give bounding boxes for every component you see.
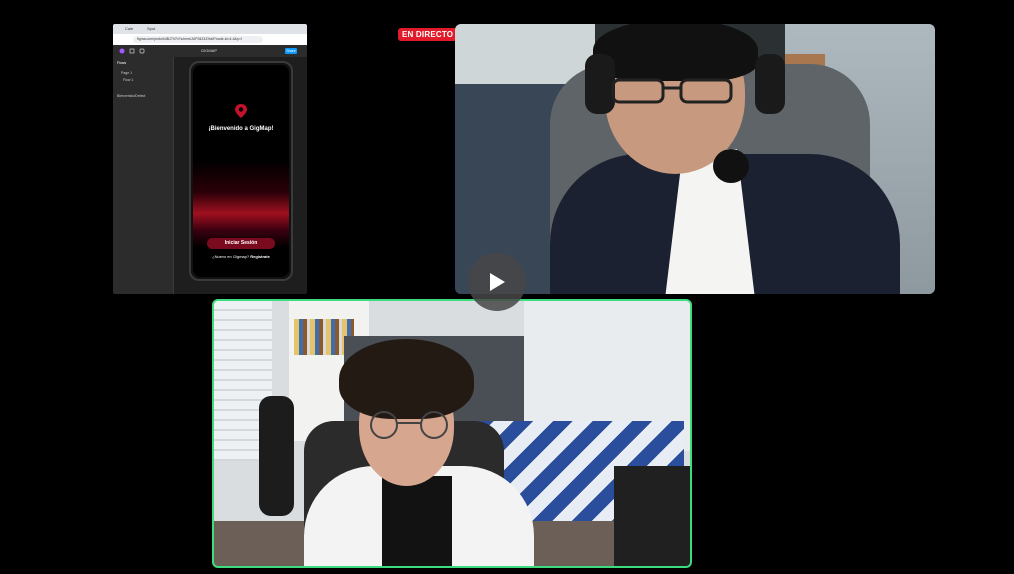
glasses (370, 411, 448, 439)
browser-tab[interactable]: Cale (125, 26, 133, 32)
headset-microphone (713, 149, 749, 183)
share-button[interactable]: Share (285, 48, 297, 54)
participant-hair (339, 339, 474, 419)
layers-panel: Flows Page 1 Flow 1 Bienvenido/Detect (113, 57, 174, 294)
panel-item[interactable]: Page 1 (121, 71, 132, 75)
panel-header: Flows (117, 61, 127, 65)
app-welcome-title: ¡Bienvenido a GigMap! (208, 126, 274, 132)
headset-right (755, 54, 785, 114)
play-icon (490, 273, 505, 291)
signup-link[interactable]: Registrate (250, 254, 270, 259)
frame-icon[interactable] (129, 48, 135, 54)
signup-prompt-text: ¿Nuevo en Gigmap? (212, 254, 250, 259)
figma-icon[interactable] (119, 48, 125, 54)
app-screen: ¡Bienvenido a GigMap! Iniciar Sesión ¿Nu… (193, 65, 289, 277)
comment-icon[interactable] (139, 48, 145, 54)
participant-video-1[interactable] (455, 24, 935, 294)
glasses (611, 78, 733, 104)
browser-tab[interactable]: Spot (147, 26, 155, 32)
map-pin-icon (235, 104, 247, 118)
signup-prompt: ¿Nuevo en Gigmap? Registrate (193, 254, 289, 259)
url-field[interactable]: figma.com/proto/k4BJ7h7h7s/mmkJUFSlIZ4ZH… (133, 36, 263, 43)
participant-hair (593, 24, 758, 81)
play-button[interactable] (468, 253, 526, 311)
browser-tab-bar: Cale Spot (113, 24, 307, 34)
guitar-case (259, 396, 294, 516)
participant-shirt (382, 476, 452, 566)
tv-stand (614, 466, 690, 566)
phone-mockup: ¡Bienvenido a GigMap! Iniciar Sesión ¿Nu… (189, 61, 293, 281)
file-name[interactable]: GIGMAP (201, 48, 217, 53)
screen-share-tile[interactable]: Cale Spot figma.com/proto/k4BJ7h7h7s/mmk… (113, 24, 307, 294)
login-button[interactable]: Iniciar Sesión (207, 238, 275, 249)
panel-item[interactable]: Bienvenido/Detect (117, 94, 145, 98)
panel-item[interactable]: Flow 1 (123, 78, 133, 82)
participant-video-2[interactable] (212, 299, 692, 568)
live-badge: EN DIRECTO (398, 28, 458, 41)
